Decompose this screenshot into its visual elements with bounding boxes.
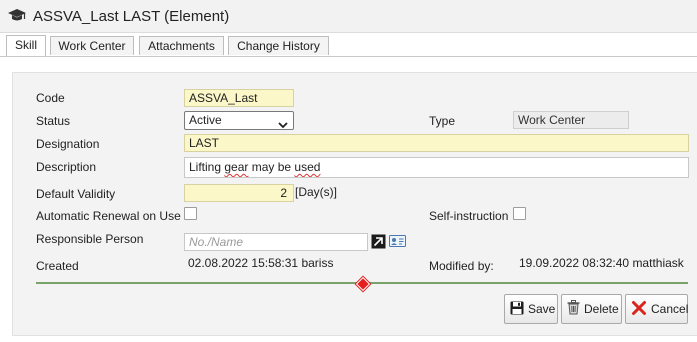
close-icon: [631, 300, 647, 319]
automatic-renewal-checkbox[interactable]: [184, 207, 197, 220]
tab-work-center[interactable]: Work Center: [50, 36, 134, 55]
delete-button[interactable]: Delete: [561, 294, 622, 324]
tab-skill[interactable]: Skill: [6, 35, 46, 56]
tab-attachments[interactable]: Attachments: [139, 36, 224, 55]
contact-card-icon[interactable]: [389, 234, 406, 248]
default-validity-field[interactable]: 2: [184, 184, 294, 202]
self-instruction-label: Self-instruction: [429, 209, 509, 223]
title-bar: ASSVA_Last LAST (Element): [0, 0, 697, 33]
delete-label: Delete: [584, 302, 619, 316]
tab-change-history[interactable]: Change History: [228, 36, 329, 55]
description-label: Description: [36, 160, 97, 174]
description-misspelled-word-2: used: [294, 160, 321, 174]
trash-icon: [567, 300, 580, 318]
default-validity-label: Default Validity: [36, 187, 116, 201]
description-field[interactable]: Lifting gear may be used: [184, 157, 689, 178]
modified-value: 19.09.2022 08:32:40 matthiask: [519, 256, 684, 270]
created-value: 02.08.2022 15:58:31 bariss: [188, 256, 334, 270]
type-field: Work Center: [513, 111, 629, 129]
designation-field[interactable]: LAST: [184, 134, 689, 152]
graduation-cap-icon: [7, 8, 27, 24]
status-label: Status: [36, 114, 71, 128]
chevron-down-icon: [278, 117, 288, 129]
code-field[interactable]: ASSVA_Last: [184, 89, 294, 107]
self-instruction-checkbox[interactable]: [513, 207, 526, 220]
cancel-label: Cancel: [651, 302, 689, 316]
tab-bar: Skill Work Center Attachments Change His…: [0, 34, 697, 57]
description-text-mid: may be: [248, 160, 295, 174]
cancel-button[interactable]: Cancel: [625, 294, 688, 324]
open-link-icon[interactable]: [371, 234, 386, 249]
responsible-person-input[interactable]: No./Name: [184, 233, 368, 251]
type-label: Type: [429, 114, 456, 128]
automatic-renewal-label: Automatic Renewal on Use: [36, 209, 181, 223]
designation-label: Designation: [36, 137, 100, 151]
description-misspelled-word: gear: [224, 160, 249, 174]
modified-label: Modified by:: [429, 259, 494, 273]
save-button[interactable]: Save: [504, 294, 558, 324]
status-value: Active: [189, 113, 222, 127]
default-validity-unit: [Day(s)]: [295, 185, 337, 199]
code-label: Code: [36, 91, 65, 105]
responsible-person-label: Responsible Person: [36, 232, 144, 246]
floppy-disk-icon: [510, 301, 524, 318]
status-select[interactable]: Active: [184, 111, 294, 130]
created-label: Created: [36, 259, 79, 273]
description-text: Lifting: [189, 160, 225, 174]
window-title: ASSVA_Last LAST (Element): [33, 8, 230, 25]
save-label: Save: [528, 302, 556, 316]
